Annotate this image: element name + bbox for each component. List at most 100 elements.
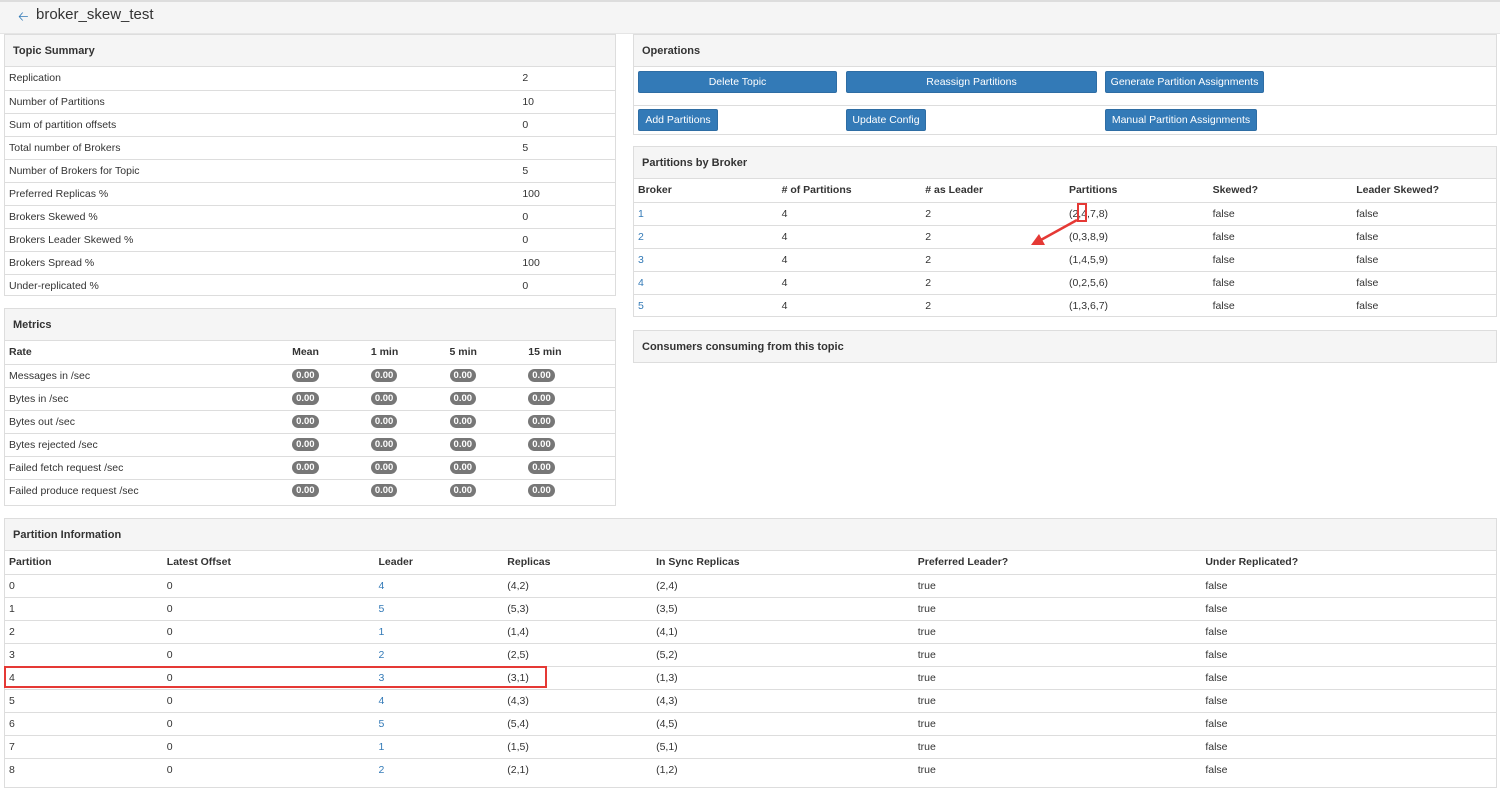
metrics-panel: Metrics Rate Mean 1 min 5 min 15 min Messages… xyxy=(4,308,616,506)
summary-value: 5 xyxy=(518,158,615,182)
metric-badge: 0.00 xyxy=(449,484,477,498)
metric-badge: 0.00 xyxy=(449,438,477,451)
leader-link[interactable]: 5 xyxy=(378,718,384,730)
metric-label: Failed fetch request /sec xyxy=(5,455,289,479)
partition-cell: 7 xyxy=(5,734,163,758)
table-row: 8 0 2 (2,1) (1,2) true false xyxy=(5,757,1496,781)
metric-label: Bytes out /sec xyxy=(5,409,289,433)
broker-link[interactable]: 5 xyxy=(638,300,644,312)
partition-cell: (4,1) xyxy=(652,619,914,643)
panel-heading: Operations xyxy=(634,35,1496,67)
partition-cell: 0 xyxy=(5,573,163,597)
broker-link[interactable]: 4 xyxy=(638,277,644,289)
partition-cell: (1,3) xyxy=(652,665,914,689)
metric-badge: 0.00 xyxy=(292,369,319,382)
reassign-partitions-button[interactable]: Reassign Partitions xyxy=(846,71,1097,93)
table-row: Failed produce request /sec 0.00 0.00 0.00 0… xyxy=(5,478,615,502)
metric-label: Failed produce request /sec xyxy=(5,478,289,502)
annotation-highlight-row xyxy=(4,666,547,688)
column-header: Under Replicated? xyxy=(1205,556,1299,569)
partition-cell: true xyxy=(913,711,1202,735)
add-partitions-button[interactable]: Add Partitions xyxy=(638,109,718,131)
partition-cell: true xyxy=(913,688,1202,712)
broker-cell: 4 xyxy=(777,293,922,317)
broker-cell: (1,4,5,9) xyxy=(1064,247,1209,271)
partition-cell: (5,4) xyxy=(503,711,653,735)
table-row: Number of Partitions 10 xyxy=(5,89,615,113)
table-row: Sum of partition offsets 0 xyxy=(5,112,615,136)
panel-heading: Partitions by Broker xyxy=(634,147,1496,179)
broker-cell: false xyxy=(1352,201,1496,225)
table-row: Brokers Skewed % 0 xyxy=(5,204,615,228)
metric-badge: 0.00 xyxy=(370,461,398,474)
panel-heading: Topic Summary xyxy=(5,35,615,67)
manual-partition-assignments-button[interactable]: Manual Partition Assignments xyxy=(1105,109,1257,131)
leader-link[interactable]: 4 xyxy=(378,580,384,592)
table-row: 3 0 2 (2,5) (5,2) true false xyxy=(5,642,1496,666)
metric-badge: 0.00 xyxy=(370,369,398,382)
leader-link[interactable]: 5 xyxy=(378,603,384,615)
broker-cell: false xyxy=(1208,270,1353,294)
table-row: Preferred Replicas % 100 xyxy=(5,181,615,205)
table-row: 5 4 2 (1,3,6,7) false false xyxy=(634,293,1496,317)
column-header: Partition xyxy=(9,556,52,569)
broker-link[interactable]: 3 xyxy=(638,254,644,266)
broker-cell: (0,3,8,9) xyxy=(1064,224,1209,248)
summary-value: 100 xyxy=(518,181,615,205)
partition-cell: (3,5) xyxy=(652,596,914,620)
metric-badge: 0.00 xyxy=(370,438,398,451)
metric-badge: 0.00 xyxy=(449,415,477,428)
metric-badge: 0.00 xyxy=(528,415,555,428)
leader-link[interactable]: 2 xyxy=(378,764,384,776)
table-row: Replication 2 xyxy=(5,67,615,90)
metric-badge: 0.00 xyxy=(292,484,319,498)
leader-link[interactable]: 1 xyxy=(378,626,384,638)
table-row: Bytes out /sec 0.00 0.00 0.00 0.00 xyxy=(5,409,615,433)
broker-cell: (1,3,6,7) xyxy=(1064,293,1209,317)
partition-cell: false xyxy=(1201,711,1496,735)
partition-cell: (2,4) xyxy=(652,573,914,597)
table-header-row: Rate Mean 1 min 5 min 15 min xyxy=(5,341,615,364)
metric-badge: 0.00 xyxy=(292,392,319,405)
topic-summary-table: Replication 2 Number of Partitions 10 Sum of… xyxy=(5,67,615,297)
leader-link[interactable]: 1 xyxy=(378,741,384,753)
panel-heading: Metrics xyxy=(5,309,615,341)
leader-link[interactable]: 4 xyxy=(378,695,384,707)
broker-cell: 4 xyxy=(777,270,922,294)
column-header: 1 min xyxy=(370,346,399,359)
metric-badge: 0.00 xyxy=(370,415,398,428)
partition-cell: (1,2) xyxy=(652,757,914,781)
table-row: Total number of Brokers 5 xyxy=(5,135,615,159)
back-arrow-icon[interactable]: 🡠 xyxy=(18,8,29,30)
summary-label: Brokers Spread % xyxy=(5,250,519,274)
partition-cell: false xyxy=(1201,688,1496,712)
table-row: 1 0 5 (5,3) (3,5) true false xyxy=(5,596,1496,620)
delete-topic-button[interactable]: Delete Topic xyxy=(638,71,837,93)
table-row: 4 4 2 (0,2,5,6) false false xyxy=(634,270,1496,294)
partition-cell: (5,3) xyxy=(503,596,653,620)
broker-link[interactable]: 2 xyxy=(638,231,644,243)
partition-cell: (4,5) xyxy=(652,711,914,735)
metric-badge: 0.00 xyxy=(528,392,555,405)
broker-cell: false xyxy=(1208,224,1353,248)
partition-information-panel: Partition Information Partition Latest Of… xyxy=(4,518,1497,788)
update-config-button[interactable]: Update Config xyxy=(846,109,926,131)
metric-badge: 0.00 xyxy=(449,369,477,382)
broker-cell: false xyxy=(1352,224,1496,248)
summary-value: 5 xyxy=(518,135,615,159)
table-row: 6 0 5 (5,4) (4,5) true false xyxy=(5,711,1496,735)
partition-cell: 0 xyxy=(162,757,375,781)
summary-value: 10 xyxy=(518,89,615,113)
broker-cell: 2 xyxy=(921,270,1065,294)
partition-cell: true xyxy=(913,619,1202,643)
leader-link[interactable]: 2 xyxy=(378,649,384,661)
partition-cell: false xyxy=(1201,619,1496,643)
broker-cell: 2 xyxy=(921,247,1065,271)
table-row: 0 0 4 (4,2) (2,4) true false xyxy=(5,573,1496,597)
topic-summary-panel: Topic Summary Replication 2 Number of Part… xyxy=(4,34,616,297)
broker-link[interactable]: 1 xyxy=(638,208,644,220)
partition-cell: 0 xyxy=(162,619,375,643)
generate-partition-assignments-button[interactable]: Generate Partition Assignments xyxy=(1105,71,1264,93)
column-header: In Sync Replicas xyxy=(656,556,740,569)
partition-cell: (1,5) xyxy=(503,734,653,758)
